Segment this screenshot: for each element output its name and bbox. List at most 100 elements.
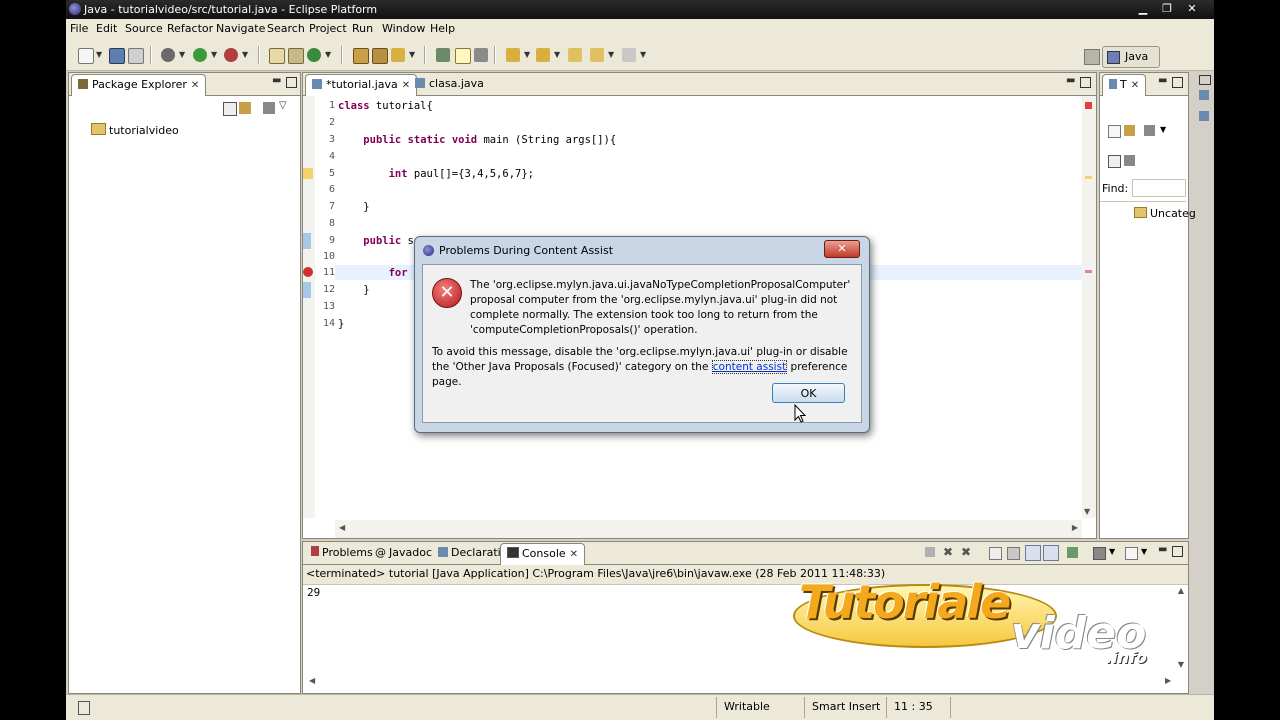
ok-button[interactable]: OK: [772, 383, 845, 403]
minimize-view-icon[interactable]: ▬: [272, 76, 281, 86]
toggle-highlight-icon[interactable]: [455, 48, 471, 64]
menu-window[interactable]: Window: [382, 22, 425, 35]
close-icon[interactable]: ✕: [570, 549, 578, 560]
maximize-view-icon[interactable]: [1172, 546, 1183, 557]
clear-console-icon[interactable]: [989, 547, 1002, 560]
close-icon[interactable]: ✕: [1183, 1, 1201, 16]
back-dropdown-icon[interactable]: ▼: [608, 50, 614, 59]
new-class-dropdown-icon[interactable]: ▼: [325, 50, 331, 59]
terminate-icon[interactable]: [925, 547, 935, 557]
uncategorized-item[interactable]: Uncateg: [1134, 207, 1196, 220]
print-icon[interactable]: [128, 48, 144, 64]
error-overview-icon[interactable]: [1085, 102, 1092, 109]
view-menu-dropdown-icon[interactable]: ▽: [279, 100, 287, 111]
tab-package-explorer[interactable]: Package Explorer ✕: [71, 74, 207, 96]
close-icon[interactable]: ✕: [191, 80, 199, 91]
debug-icon[interactable]: [161, 48, 175, 62]
toggle-mark-icon[interactable]: [436, 48, 450, 62]
next-annotation-dropdown-icon[interactable]: ▼: [524, 50, 530, 59]
new-java-project-icon[interactable]: [269, 48, 285, 64]
maximize-view-icon[interactable]: [1080, 77, 1091, 88]
restore-trim-icon[interactable]: [1199, 75, 1211, 85]
menu-file[interactable]: File: [70, 22, 88, 35]
show-on-stdout-icon[interactable]: [1025, 545, 1041, 561]
console-output[interactable]: 29: [307, 586, 320, 599]
forward-dropdown-icon[interactable]: ▼: [640, 50, 646, 59]
collapse-all-icon[interactable]: [223, 102, 237, 116]
new-dropdown-icon[interactable]: ▼: [96, 50, 102, 59]
tab-console[interactable]: Console ✕: [500, 543, 586, 565]
open-console-dropdown-icon[interactable]: ▼: [1141, 547, 1147, 556]
error-marker-icon[interactable]: [303, 267, 313, 277]
maximize-view-icon[interactable]: [286, 77, 297, 88]
back-icon[interactable]: [590, 48, 604, 62]
link-with-editor-icon[interactable]: [239, 102, 251, 114]
focus-icon[interactable]: [1124, 155, 1135, 166]
display-console-dropdown-icon[interactable]: ▼: [1109, 547, 1115, 556]
error-overview-marker[interactable]: [1085, 270, 1092, 273]
categorized-icon[interactable]: [1124, 125, 1135, 136]
previous-annotation-icon[interactable]: [536, 48, 550, 62]
close-icon[interactable]: ✕: [1131, 80, 1139, 91]
new-package-icon[interactable]: [288, 48, 304, 64]
menu-help[interactable]: Help: [430, 22, 455, 35]
scroll-right-icon[interactable]: ▶: [1165, 676, 1171, 685]
filter-icon[interactable]: [1144, 125, 1155, 136]
minimize-view-icon[interactable]: ▬: [1066, 76, 1075, 86]
editor-vertical-scrollbar[interactable]: ▼: [1082, 96, 1096, 518]
debug-dropdown-icon[interactable]: ▼: [179, 50, 185, 59]
search-icon[interactable]: [391, 48, 405, 62]
view-menu-icon[interactable]: [263, 102, 275, 114]
show-on-stderr-icon[interactable]: [1043, 545, 1059, 561]
tab-tutorial-java[interactable]: *tutorial.java ✕: [305, 74, 418, 96]
menu-project[interactable]: Project: [309, 22, 347, 35]
save-icon[interactable]: [109, 48, 125, 64]
open-type-icon[interactable]: [353, 48, 369, 64]
new-class-icon[interactable]: [307, 48, 321, 62]
menu-run[interactable]: Run: [352, 22, 373, 35]
last-edit-icon[interactable]: [568, 48, 582, 62]
remove-launch-icon[interactable]: ✖: [943, 545, 953, 559]
scroll-left-icon[interactable]: ◀: [339, 523, 345, 532]
tab-task-list[interactable]: T ✕: [1102, 74, 1147, 96]
content-assist-link[interactable]: content assist: [711, 360, 788, 374]
remove-all-icon[interactable]: ✖: [961, 545, 971, 559]
open-console-icon[interactable]: [1125, 547, 1138, 560]
open-task-icon[interactable]: [372, 48, 388, 64]
scroll-right-icon[interactable]: ▶: [1072, 523, 1078, 532]
menu-navigate[interactable]: Navigate: [216, 22, 265, 35]
tab-clasa-java[interactable]: clasa.java: [409, 74, 490, 94]
fast-view-icon[interactable]: [78, 701, 90, 715]
run-dropdown-icon[interactable]: ▼: [211, 50, 217, 59]
external-tools-dropdown-icon[interactable]: ▼: [242, 50, 248, 59]
outline-view-icon[interactable]: [1199, 90, 1209, 100]
show-whitespace-icon[interactable]: [474, 48, 488, 62]
minimize-view-icon[interactable]: ▬: [1158, 545, 1167, 555]
scroll-lock-icon[interactable]: [1007, 547, 1020, 560]
tab-problems[interactable]: Problems: [305, 543, 379, 563]
tab-javadoc[interactable]: @ Javadoc: [369, 543, 438, 563]
search-dropdown-icon[interactable]: ▼: [409, 50, 415, 59]
open-perspective-icon[interactable]: [1084, 49, 1100, 65]
new-task-icon[interactable]: [1108, 125, 1121, 138]
warning-overview-marker[interactable]: [1085, 176, 1092, 179]
scroll-down-icon[interactable]: ▼: [1178, 660, 1184, 669]
menu-refactor[interactable]: Refactor: [167, 22, 213, 35]
scroll-up-icon[interactable]: ▲: [1178, 586, 1184, 595]
warning-marker-icon[interactable]: [303, 168, 313, 179]
run-icon[interactable]: [193, 48, 207, 62]
perspective-java-button[interactable]: Java: [1102, 46, 1160, 68]
maximize-view-icon[interactable]: [1172, 77, 1183, 88]
display-console-icon[interactable]: [1093, 547, 1106, 560]
menu-edit[interactable]: Edit: [96, 22, 117, 35]
find-input[interactable]: [1132, 179, 1186, 197]
scroll-down-icon[interactable]: ▼: [1084, 507, 1090, 516]
external-tools-icon[interactable]: [224, 48, 238, 62]
restore-icon[interactable]: ❐: [1158, 1, 1176, 16]
scroll-left-icon[interactable]: ◀: [309, 676, 315, 685]
forward-icon[interactable]: [622, 48, 636, 62]
minimize-view-icon[interactable]: ▬: [1158, 76, 1167, 86]
next-annotation-icon[interactable]: [506, 48, 520, 62]
new-icon[interactable]: [78, 48, 94, 64]
previous-annotation-dropdown-icon[interactable]: ▼: [554, 50, 560, 59]
